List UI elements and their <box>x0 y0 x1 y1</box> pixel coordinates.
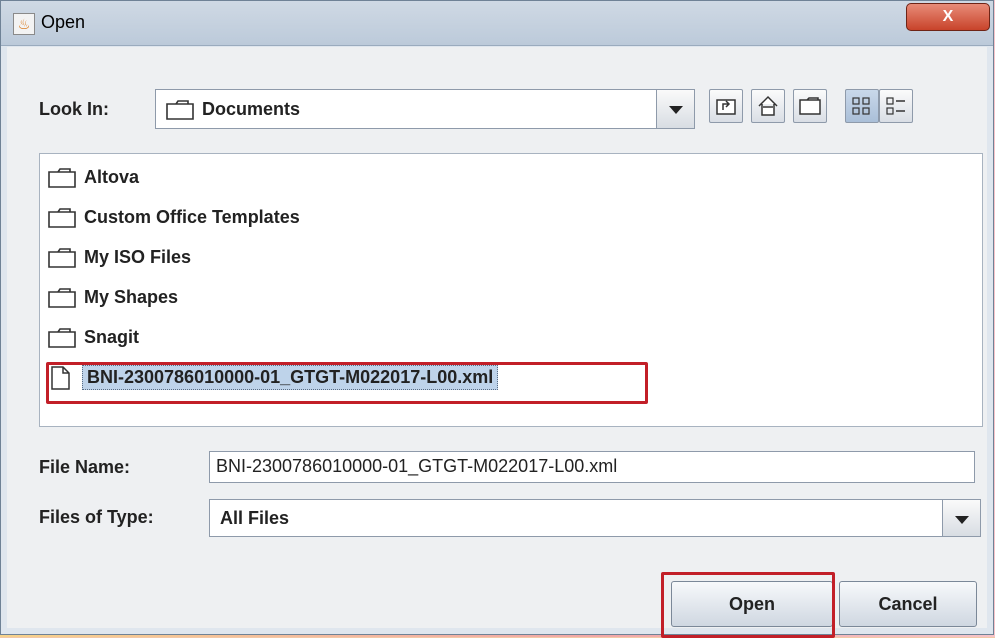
java-app-icon: ♨ <box>13 13 35 35</box>
folder-icon <box>166 100 194 120</box>
close-button[interactable]: X <box>906 3 990 31</box>
open-dialog: ♨ Open X Look In: Documents Altova Custo… <box>0 0 994 638</box>
look-in-value: Documents <box>202 99 301 119</box>
new-folder-icon <box>799 97 821 115</box>
up-one-level-button[interactable] <box>709 89 743 123</box>
folder-icon <box>48 248 76 268</box>
files-of-type-label: Files of Type: <box>39 507 154 527</box>
list-item-label: My Shapes <box>84 287 179 307</box>
list-view-icon <box>852 97 870 115</box>
chevron-down-icon[interactable] <box>942 500 980 536</box>
file-list[interactable]: Altova Custom Office Templates My ISO Fi… <box>39 153 983 427</box>
home-button[interactable] <box>751 89 785 123</box>
chevron-down-icon[interactable] <box>656 90 694 128</box>
window-title: Open <box>41 12 86 32</box>
folder-icon <box>48 168 76 188</box>
cancel-button[interactable]: Cancel <box>839 581 977 627</box>
files-of-type-value: All Files <box>220 508 290 528</box>
look-in-label: Look In: <box>39 99 109 119</box>
highlight-box-selected-file <box>46 362 648 404</box>
list-item-label: Altova <box>84 167 140 187</box>
dialog-content: Look In: Documents Altova Custom Office … <box>7 47 987 638</box>
new-folder-button[interactable] <box>793 89 827 123</box>
file-name-field[interactable]: BNI-2300786010000-01_GTGT-M022017-L00.xm… <box>209 451 975 483</box>
look-in-combo[interactable]: Documents <box>155 89 695 129</box>
files-of-type-combo[interactable]: All Files <box>209 499 981 537</box>
details-view-button[interactable] <box>879 89 913 123</box>
list-item-label: My ISO Files <box>84 247 192 267</box>
folder-icon <box>48 328 76 348</box>
details-view-icon <box>886 97 905 115</box>
title-bar[interactable]: ♨ Open X <box>1 1 993 46</box>
up-folder-icon <box>716 99 736 115</box>
folder-icon <box>48 288 76 308</box>
list-item-label: Custom Office Templates <box>84 207 300 227</box>
home-icon <box>758 95 778 116</box>
highlight-box-open-button <box>661 572 835 638</box>
list-view-button[interactable] <box>845 89 879 123</box>
folder-icon <box>48 208 76 228</box>
file-name-label: File Name: <box>39 457 131 477</box>
list-item-label: Snagit <box>84 327 140 347</box>
